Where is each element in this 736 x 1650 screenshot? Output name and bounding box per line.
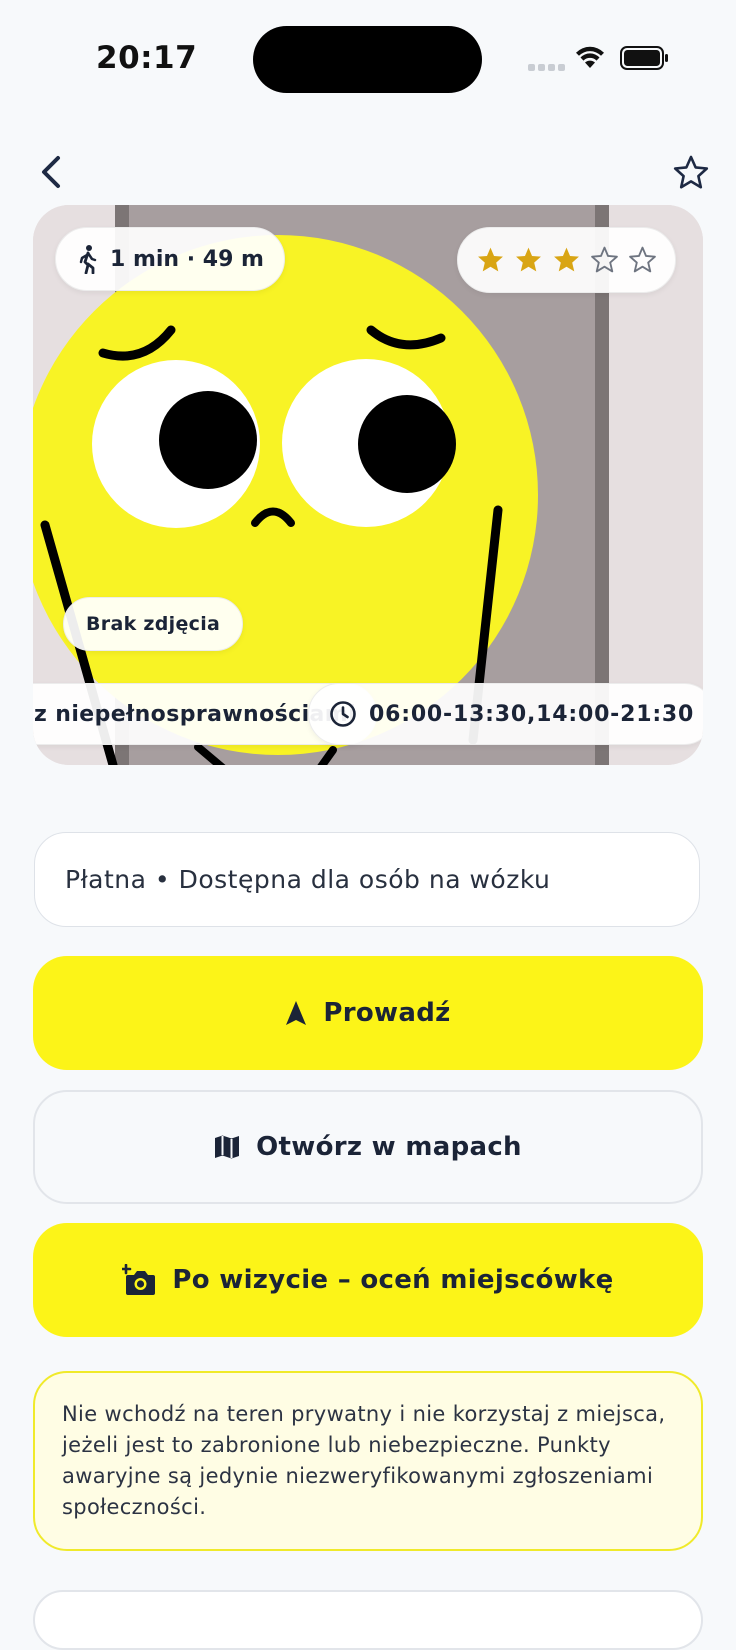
map-icon — [214, 1134, 240, 1160]
safety-warning-box: Nie wchodź na teren prywatny i nie korzy… — [33, 1371, 703, 1551]
opening-hours-badge: 06:00-13:30,14:00-21:30 — [308, 683, 703, 745]
star-filled-icon — [554, 247, 579, 272]
back-chevron-icon[interactable] — [36, 150, 68, 194]
star-outline-icon[interactable] — [672, 154, 710, 192]
walking-distance-badge: 1 min · 49 m — [55, 227, 285, 291]
battery-icon — [620, 46, 668, 70]
safety-warning-text: Nie wchodź na teren prywatny i nie korzy… — [62, 1402, 666, 1519]
place-info-box: Płatna • Dostępna dla osób na wózku — [34, 832, 700, 927]
navigation-arrow-icon — [285, 1000, 307, 1026]
camera-plus-icon — [122, 1264, 156, 1296]
star-filled-icon — [478, 247, 503, 272]
dynamic-island — [253, 26, 482, 93]
star-filled-icon — [516, 247, 541, 272]
place-photo-placeholder: 1 min · 49 m Brak zdjęcia z niepełnospra… — [33, 205, 703, 765]
rating-stars — [476, 246, 657, 274]
wifi-icon — [576, 46, 604, 68]
rating-badge — [457, 227, 676, 293]
rate-place-button[interactable]: Po wizycie – oceń miejscówkę — [33, 1223, 703, 1337]
opening-hours-text: 06:00-13:30,14:00-21:30 — [369, 701, 695, 727]
no-photo-badge: Brak zdjęcia — [63, 597, 244, 651]
clock-icon — [330, 701, 356, 727]
navigate-button[interactable]: Prowadź — [33, 956, 703, 1070]
star-empty-icon — [629, 246, 656, 273]
star-empty-icon — [591, 246, 618, 273]
navigate-button-label: Prowadź — [323, 998, 451, 1028]
rate-place-label: Po wizycie – oceń miejscówkę — [172, 1265, 614, 1295]
cellular-signal-icon — [528, 64, 565, 72]
walking-distance-text: 1 min · 49 m — [110, 246, 264, 272]
walking-icon — [79, 245, 97, 274]
open-in-maps-button[interactable]: Otwórz w mapach — [33, 1090, 703, 1204]
status-bar: 20:17 — [0, 0, 736, 110]
place-info-text: Płatna • Dostępna dla osób na wózku — [65, 865, 551, 894]
open-in-maps-label: Otwórz w mapach — [256, 1132, 522, 1162]
status-time: 20:17 — [96, 40, 198, 76]
next-card-partial — [33, 1590, 703, 1650]
